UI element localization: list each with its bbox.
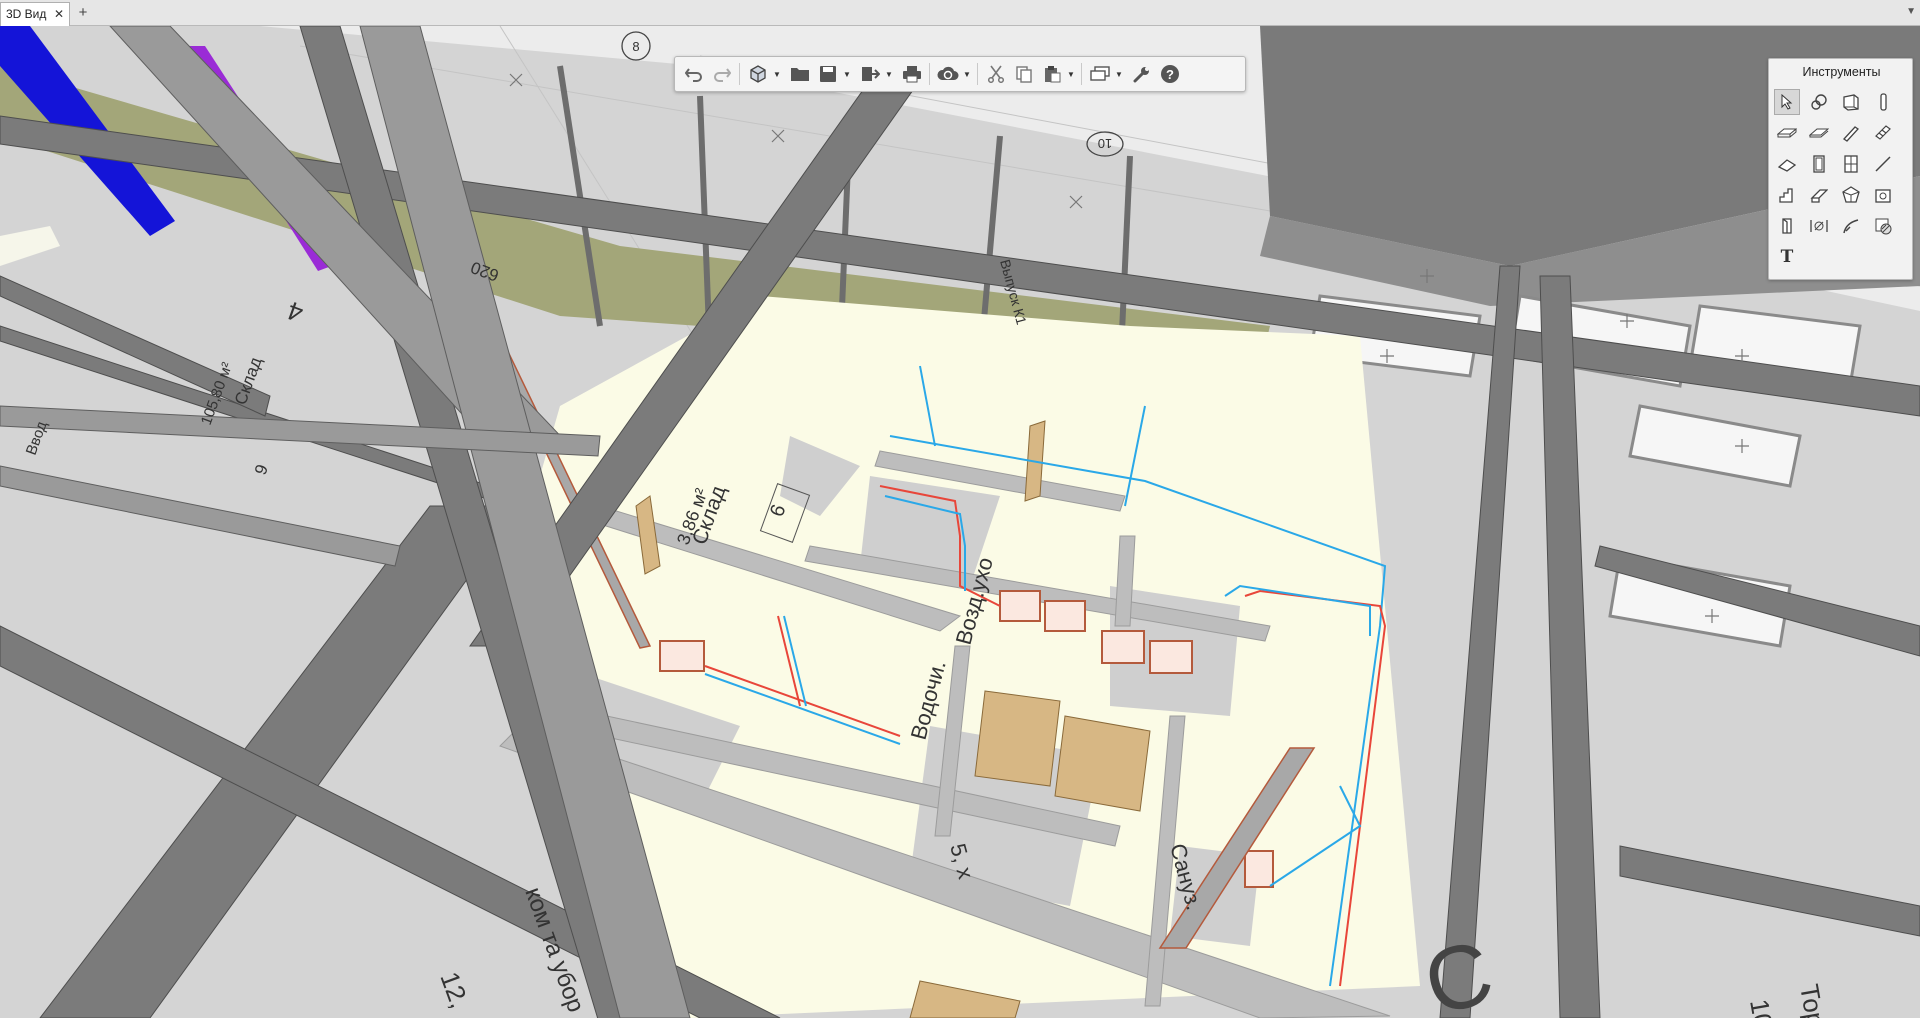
- camera-tool-button[interactable]: [1870, 182, 1896, 208]
- paste-icon: [1045, 66, 1061, 83]
- toolbar-separator: [977, 63, 978, 85]
- folder-icon: [791, 68, 809, 81]
- wrench-icon: [1133, 67, 1149, 83]
- paste-dropdown-icon[interactable]: ▼: [1067, 71, 1075, 79]
- tab-3d-view[interactable]: 3D Вид ✕: [0, 2, 70, 26]
- rebar-tool-icon: [1875, 125, 1891, 140]
- add-tab-button[interactable]: +: [74, 4, 92, 22]
- grid-bubble-8: 8: [632, 39, 639, 54]
- select-arrow-icon: [1781, 94, 1793, 110]
- railing-tool-button[interactable]: [1806, 182, 1832, 208]
- redo-icon: [714, 68, 731, 82]
- export-dropdown-icon[interactable]: ▼: [885, 71, 893, 79]
- floor-tool-icon: [1809, 128, 1829, 138]
- export-icon: [862, 67, 880, 81]
- hatch-tool-button[interactable]: [1870, 213, 1896, 239]
- dimension-tool-icon: [1810, 220, 1828, 232]
- camera-tool-icon: [1875, 189, 1891, 203]
- layers-dropdown-icon[interactable]: ▼: [1115, 71, 1123, 79]
- undo-icon: [685, 68, 702, 82]
- redo-button[interactable]: [709, 62, 735, 86]
- save-button[interactable]: [815, 62, 841, 86]
- 3d-scene[interactable]: 8 10 620 4 Ввод Склад 105,80 м² 9 Склад …: [0, 26, 1920, 1018]
- text-tool-icon: T: [1780, 247, 1794, 267]
- line-tool-icon: [1875, 156, 1891, 172]
- pipe-tool-button[interactable]: [1838, 213, 1864, 239]
- sync-dropdown-icon[interactable]: ▼: [963, 71, 971, 79]
- stair-tool-icon: [1779, 188, 1793, 203]
- main-toolbar: ▼ ▼ ▼ ▼ ▼ ▼ ?: [674, 56, 1246, 92]
- pipe-tool-icon: [1843, 219, 1859, 234]
- text-tool-button[interactable]: T: [1774, 244, 1800, 270]
- window-tool-icon: [1844, 155, 1858, 173]
- scissors-icon: [987, 65, 1005, 83]
- help-icon: ?: [1161, 65, 1179, 83]
- chevron-down-icon[interactable]: ▼: [1906, 6, 1916, 17]
- beam-tool-icon: [1843, 126, 1859, 142]
- open-button[interactable]: [787, 62, 813, 86]
- floor-tool-button[interactable]: [1806, 120, 1832, 146]
- copy-icon: [1016, 66, 1032, 83]
- tools-panel-title: Инструменты: [1802, 65, 1881, 79]
- print-icon: [903, 66, 921, 83]
- slab-tool-button[interactable]: [1774, 120, 1800, 146]
- save-icon: [820, 66, 836, 82]
- beam-tool-button[interactable]: [1838, 120, 1864, 146]
- settings-button[interactable]: [1129, 62, 1155, 86]
- toolbar-separator: [929, 63, 930, 85]
- toolbar-separator: [739, 63, 740, 85]
- view-cube-dropdown-icon[interactable]: ▼: [773, 71, 781, 79]
- cloud-sync-icon: [937, 66, 959, 80]
- column-tool-button[interactable]: [1870, 89, 1896, 115]
- structure-tool-icon: [1811, 94, 1827, 110]
- save-dropdown-icon[interactable]: ▼: [843, 71, 851, 79]
- print-button[interactable]: [899, 62, 925, 86]
- opening-tool-button[interactable]: [1774, 213, 1800, 239]
- wall-tool-icon: [1843, 94, 1859, 111]
- paste-button[interactable]: [1039, 62, 1065, 86]
- line-tool-button[interactable]: [1870, 151, 1896, 177]
- tools-panel: Инструменты T: [1768, 58, 1913, 280]
- object-tool-button[interactable]: [1838, 182, 1864, 208]
- document-tab-bar: 3D Вид ✕ + ▼: [0, 0, 1920, 26]
- export-button[interactable]: [857, 62, 883, 86]
- room-label-tor: Тор: [1794, 982, 1831, 1018]
- view-cube-button[interactable]: [745, 62, 771, 86]
- help-button[interactable]: ?: [1157, 62, 1183, 86]
- opening-tool-icon: [1782, 218, 1792, 234]
- cube-icon: [750, 65, 766, 83]
- roof-tool-icon: [1778, 159, 1796, 172]
- close-icon[interactable]: ✕: [54, 3, 64, 25]
- dimension-tool-button[interactable]: [1806, 213, 1832, 239]
- hatch-tool-icon: [1875, 218, 1892, 235]
- door-tool-button[interactable]: [1806, 151, 1832, 177]
- layers-icon: [1090, 66, 1110, 81]
- copy-button[interactable]: [1011, 62, 1037, 86]
- railing-tool-icon: [1810, 189, 1828, 203]
- layers-button[interactable]: [1087, 62, 1113, 86]
- roof-tool-button[interactable]: [1774, 151, 1800, 177]
- slab-tool-icon: [1777, 128, 1797, 138]
- 3d-viewport[interactable]: 8 10 620 4 Ввод Склад 105,80 м² 9 Склад …: [0, 26, 1920, 1018]
- svg-text:?: ?: [1166, 67, 1174, 82]
- rebar-tool-button[interactable]: [1870, 120, 1896, 146]
- window-tool-button[interactable]: [1838, 151, 1864, 177]
- column-tool-icon: [1880, 93, 1887, 111]
- cut-button[interactable]: [983, 62, 1009, 86]
- stair-tool-button[interactable]: [1774, 182, 1800, 208]
- door-tool-icon: [1813, 155, 1825, 173]
- undo-button[interactable]: [681, 62, 707, 86]
- object-tool-icon: [1842, 186, 1860, 203]
- structure-tool-button[interactable]: [1806, 89, 1832, 115]
- tab-label: 3D Вид: [6, 7, 47, 21]
- wall-tool-button[interactable]: [1838, 89, 1864, 115]
- grid-bubble-10: 10: [1098, 136, 1112, 151]
- sync-button[interactable]: [935, 62, 961, 86]
- toolbar-separator: [1081, 63, 1082, 85]
- select-tool-button[interactable]: [1774, 89, 1800, 115]
